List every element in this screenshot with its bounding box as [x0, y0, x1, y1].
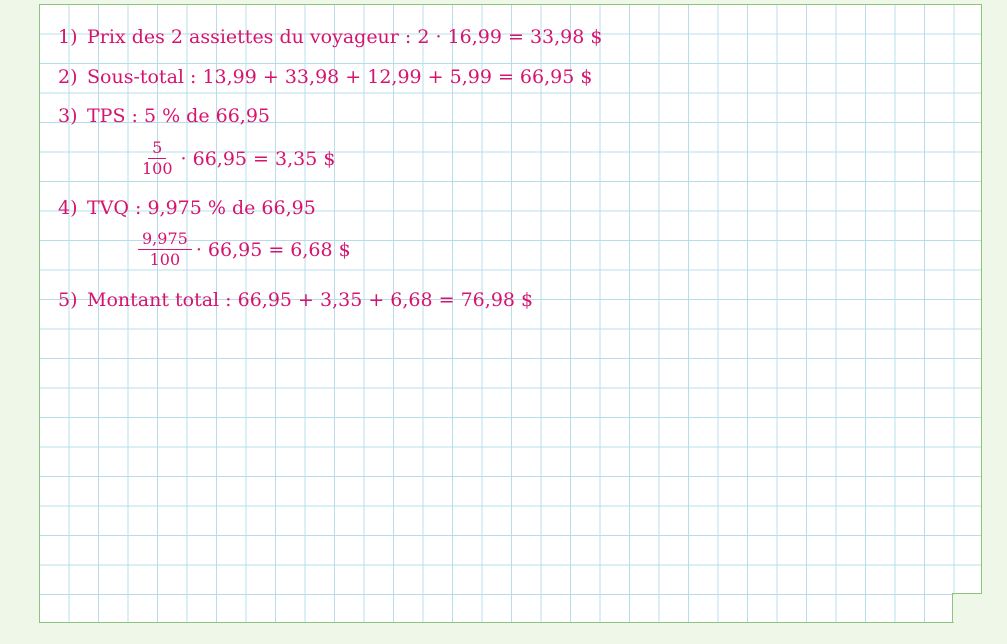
fraction-denominator: 100	[149, 250, 181, 269]
step-number: 4)	[58, 197, 78, 219]
step-text: Montant total : 66,95 + 3,35 + 6,68 = 76…	[87, 289, 534, 311]
tps-calculation: 5 100 · 66,95 = 3,35 $	[138, 138, 335, 179]
calculation-result: · 66,95 = 3,35 $	[180, 147, 336, 170]
step-5: 5) Montant total : 66,95 + 3,35 + 6,68 = …	[58, 287, 533, 313]
step-text: TVQ : 9,975 % de 66,95	[87, 197, 316, 219]
tvq-calculation: 9,975 100 · 66,95 = 6,68 $	[138, 229, 351, 270]
step-1: 1) Prix des 2 assiettes du voyageur : 2 ·…	[58, 24, 602, 50]
fraction: 5 100	[138, 138, 177, 179]
step-text: TPS : 5 % de 66,95	[87, 105, 271, 127]
step-3: 3) TPS : 5 % de 66,95	[58, 103, 270, 129]
corner-notch-horizontal	[953, 593, 982, 594]
step-number: 5)	[58, 289, 78, 311]
corner-notch-vertical	[952, 593, 953, 623]
fraction: 9,975 100	[138, 229, 192, 270]
fraction-numerator: 5	[148, 138, 167, 159]
step-text: Sous-total : 13,99 + 33,98 + 12,99 + 5,9…	[87, 66, 593, 88]
step-number: 3)	[58, 105, 78, 127]
step-number: 1)	[58, 26, 78, 48]
step-2: 2) Sous-total : 13,99 + 33,98 + 12,99 + 5…	[58, 64, 592, 90]
step-4: 4) TVQ : 9,975 % de 66,95	[58, 195, 316, 221]
fraction-numerator: 9,975	[138, 229, 192, 250]
calculation-result: · 66,95 = 6,68 $	[195, 238, 351, 261]
step-text: Prix des 2 assiettes du voyageur : 2 · 1…	[87, 26, 603, 48]
grid-paper	[39, 4, 982, 623]
fraction-denominator: 100	[142, 159, 173, 178]
step-number: 2)	[58, 66, 78, 88]
